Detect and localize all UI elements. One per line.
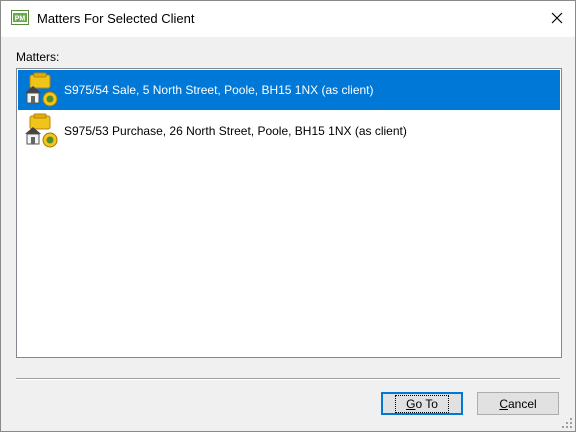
matter-item-label: S975/53 Purchase, 26 North Street, Poole… <box>64 124 407 138</box>
title-bar[interactable]: PM Matters For Selected Client <box>1 1 575 37</box>
list-item-matter-s975-53[interactable]: S975/53 Purchase, 26 North Street, Poole… <box>18 111 560 151</box>
window-title: Matters For Selected Client <box>37 11 195 26</box>
matter-property-icon <box>25 113 58 148</box>
list-item-matter-s975-54[interactable]: S975/54 Sale, 5 North Street, Poole, BH1… <box>18 70 560 110</box>
matter-property-icon <box>25 72 58 107</box>
cancel-label: ancel <box>507 396 537 411</box>
cancel-accel: C <box>499 396 508 411</box>
go-to-button[interactable]: Go To <box>381 392 463 415</box>
svg-text:PM: PM <box>15 16 26 23</box>
button-separator <box>16 378 560 380</box>
close-button[interactable] <box>539 1 575 35</box>
matter-item-label: S975/54 Sale, 5 North Street, Poole, BH1… <box>64 83 374 97</box>
matters-label: Matters: <box>16 50 60 64</box>
close-icon <box>551 12 563 24</box>
go-to-label: o To <box>415 396 438 411</box>
dialog-body: Matters: S975/54 Sale, 5 North Street, P… <box>1 37 575 431</box>
go-to-button-focus: Go To <box>395 394 449 413</box>
dialog-window: PM Matters For Selected Client Matters: <box>0 0 576 432</box>
pm-app-icon: PM <box>11 10 29 25</box>
cancel-button[interactable]: Cancel <box>477 392 559 415</box>
resize-grip-icon[interactable] <box>561 417 573 429</box>
matters-listbox[interactable]: S975/54 Sale, 5 North Street, Poole, BH1… <box>16 68 562 358</box>
